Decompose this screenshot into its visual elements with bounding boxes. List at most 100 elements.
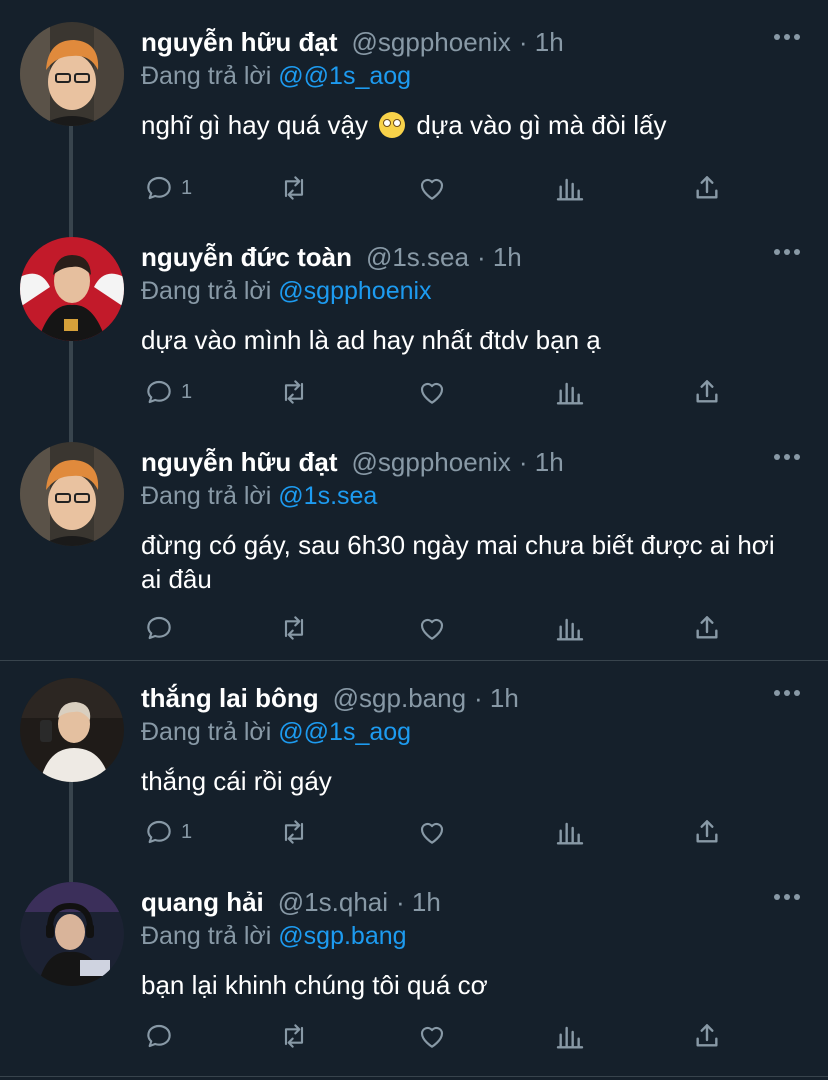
user-handle[interactable]: @sgp.bang xyxy=(333,682,466,714)
mention-link[interactable]: @sgp.bang xyxy=(278,922,406,950)
retweet-button[interactable] xyxy=(278,812,310,852)
analytics-button[interactable] xyxy=(554,372,586,412)
reply-button[interactable]: 1 xyxy=(143,168,192,208)
reply-button[interactable] xyxy=(143,1016,181,1056)
like-button[interactable] xyxy=(416,608,448,648)
analytics-button[interactable] xyxy=(554,608,586,648)
more-icon[interactable] xyxy=(774,454,800,462)
retweet-icon xyxy=(284,1024,304,1048)
avatar[interactable] xyxy=(20,442,124,546)
display-name[interactable]: nguyễn hữu đạt xyxy=(141,26,338,58)
tweet[interactable]: thắng lai bông @sgp.bang · 1h Đang trả l… xyxy=(0,656,828,882)
retweet-button[interactable] xyxy=(278,168,310,208)
share-button[interactable] xyxy=(691,372,723,412)
replying-to: Đang trả lời @@1s_aog xyxy=(141,60,411,92)
analytics-icon xyxy=(556,178,584,201)
avatar[interactable] xyxy=(20,678,124,782)
timestamp[interactable]: · 1h xyxy=(396,886,441,918)
avatar-photo xyxy=(20,22,124,126)
replying-prefix: Đang trả lời xyxy=(141,62,272,90)
display-name[interactable]: nguyễn hữu đạt xyxy=(141,446,338,478)
analytics-icon xyxy=(556,822,584,845)
rolling-eyes-emoji-icon xyxy=(379,112,406,138)
action-bar: 1 xyxy=(0,168,828,208)
share-icon xyxy=(696,176,718,199)
share-icon xyxy=(696,380,718,403)
like-icon xyxy=(420,178,444,200)
analytics-button[interactable] xyxy=(554,812,586,852)
action-bar: 1 xyxy=(0,372,828,412)
user-handle[interactable]: @1s.sea xyxy=(366,241,469,273)
timestamp[interactable]: · 1h xyxy=(519,446,564,478)
reply-count: 1 xyxy=(181,176,193,199)
share-button[interactable] xyxy=(691,1016,723,1056)
analytics-icon xyxy=(556,618,584,641)
retweet-button[interactable] xyxy=(278,1016,310,1056)
tweet[interactable]: quang hải @1s.qhai · 1h Đang trả lời @sg… xyxy=(0,860,828,1080)
mention-link[interactable]: @sgpphoenix xyxy=(278,277,431,305)
retweet-icon xyxy=(284,820,304,844)
retweet-icon xyxy=(284,616,304,640)
analytics-icon xyxy=(556,1026,584,1049)
timestamp[interactable]: · 1h xyxy=(474,682,519,714)
more-icon[interactable] xyxy=(774,690,800,698)
share-icon xyxy=(696,616,718,639)
display-name[interactable]: quang hải xyxy=(141,886,264,918)
divider xyxy=(0,1076,828,1077)
user-handle[interactable]: @1s.qhai xyxy=(278,886,388,918)
action-bar xyxy=(0,1016,828,1056)
reply-button[interactable]: 1 xyxy=(143,372,192,412)
reply-button[interactable] xyxy=(143,608,181,648)
display-name[interactable]: nguyễn đức toàn xyxy=(141,241,352,273)
action-bar xyxy=(0,608,828,648)
replying-to: Đang trả lời @sgpphoenix xyxy=(141,275,432,307)
like-button[interactable] xyxy=(416,168,448,208)
retweet-button[interactable] xyxy=(278,608,310,648)
mention-link[interactable]: @1s.sea xyxy=(278,482,377,510)
like-button[interactable] xyxy=(416,1016,448,1056)
share-button[interactable] xyxy=(691,812,723,852)
like-button[interactable] xyxy=(416,372,448,412)
retweet-icon xyxy=(284,176,304,200)
replying-to: Đang trả lời @@1s_aog xyxy=(141,716,411,748)
user-handle[interactable]: @sgpphoenix xyxy=(352,446,511,478)
reply-icon xyxy=(147,176,171,200)
analytics-button[interactable] xyxy=(554,1016,586,1056)
more-icon[interactable] xyxy=(774,894,800,902)
share-icon xyxy=(696,820,718,843)
tweet-text: nghĩ gì hay quá vậy dựa vào gì mà đòi lấ… xyxy=(141,108,781,142)
retweet-button[interactable] xyxy=(278,372,310,412)
replying-prefix: Đang trả lời xyxy=(141,718,272,746)
timestamp[interactable]: · 1h xyxy=(477,241,522,273)
replying-prefix: Đang trả lời xyxy=(141,277,272,305)
mention-link[interactable]: @@1s_aog xyxy=(278,718,411,746)
mention-link[interactable]: @@1s_aog xyxy=(278,62,411,90)
avatar[interactable] xyxy=(20,22,124,126)
avatar-photo xyxy=(20,882,124,986)
replying-prefix: Đang trả lời xyxy=(141,482,272,510)
tweet[interactable]: nguyễn hữu đạt @sgpphoenix · 1h Đang trả… xyxy=(0,420,828,660)
share-button[interactable] xyxy=(691,168,723,208)
avatar[interactable] xyxy=(20,237,124,341)
tweet-text: thắng cái rồi gáy xyxy=(141,766,332,796)
avatar[interactable] xyxy=(20,882,124,986)
reply-icon xyxy=(147,820,171,844)
tweet-text: đừng có gáy, sau 6h30 ngày mai chưa biết… xyxy=(141,530,775,594)
timestamp[interactable]: · 1h xyxy=(519,26,564,58)
tweet-text: bạn lại khinh chúng tôi quá cơ xyxy=(141,970,488,1000)
share-icon xyxy=(696,1024,718,1047)
like-icon xyxy=(420,822,444,844)
action-bar: 1 xyxy=(0,812,828,852)
tweet[interactable]: nguyễn hữu đạt @sgpphoenix · 1h Đang trả… xyxy=(0,0,828,240)
display-name[interactable]: thắng lai bông xyxy=(141,682,319,714)
analytics-button[interactable] xyxy=(554,168,586,208)
like-button[interactable] xyxy=(416,812,448,852)
more-icon[interactable] xyxy=(774,249,800,257)
user-handle[interactable]: @sgpphoenix xyxy=(352,26,511,58)
replying-to: Đang trả lời @sgp.bang xyxy=(141,920,407,952)
reply-button[interactable]: 1 xyxy=(143,812,192,852)
tweet[interactable]: nguyễn đức toàn @1s.sea · 1h Đang trả lờ… xyxy=(0,215,828,451)
share-button[interactable] xyxy=(691,608,723,648)
like-icon xyxy=(420,1026,444,1048)
more-icon[interactable] xyxy=(774,34,800,42)
